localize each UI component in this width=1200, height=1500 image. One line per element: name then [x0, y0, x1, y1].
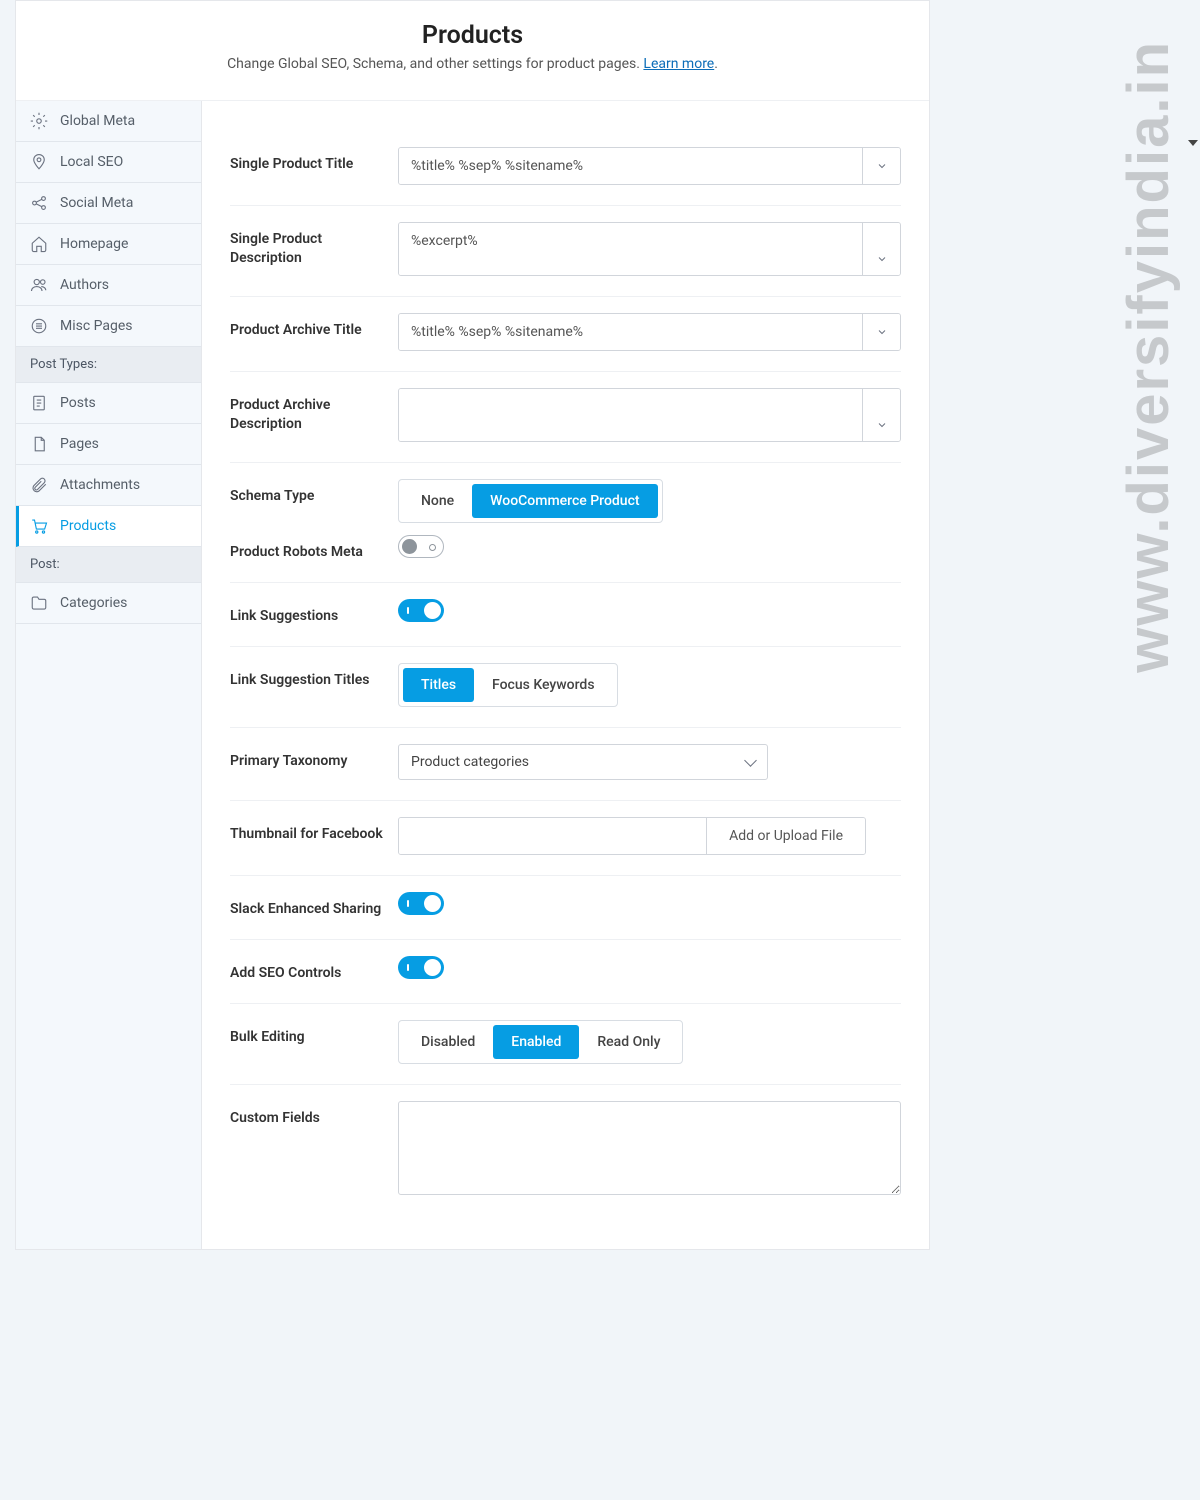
- field-bulk-editing: Bulk Editing Disabled Enabled Read Only: [230, 1004, 901, 1085]
- sidebar-item-label: Pages: [60, 436, 99, 452]
- add-seo-controls-toggle[interactable]: [398, 956, 444, 979]
- folder-icon: [30, 594, 48, 612]
- scrollbar[interactable]: [1184, 0, 1200, 1250]
- product-archive-description-input[interactable]: [399, 389, 862, 441]
- field-slack-enhanced-sharing: Slack Enhanced Sharing: [230, 876, 901, 940]
- add-upload-file-button[interactable]: Add or Upload File: [706, 818, 865, 854]
- sidebar-item-homepage[interactable]: Homepage: [16, 224, 201, 265]
- sidebar-item-categories[interactable]: Categories: [16, 583, 201, 624]
- sidebar: Global Meta Local SEO Social Meta Homepa…: [16, 101, 202, 1249]
- field-add-seo-controls: Add SEO Controls: [230, 940, 901, 1004]
- variable-dropdown-button[interactable]: [862, 148, 900, 184]
- single-product-description-input[interactable]: [399, 223, 862, 275]
- single-product-title-input[interactable]: [399, 148, 862, 184]
- product-archive-title-input[interactable]: [399, 314, 862, 350]
- sidebar-item-label: Categories: [60, 595, 127, 611]
- field-custom-fields: Custom Fields: [230, 1085, 901, 1219]
- custom-fields-textarea[interactable]: [398, 1101, 901, 1195]
- gear-icon: [30, 112, 48, 130]
- field-facebook-thumbnail: Thumbnail for Facebook Add or Upload Fil…: [230, 801, 901, 876]
- sidebar-item-label: Local SEO: [60, 154, 123, 170]
- primary-taxonomy-select[interactable]: Product categories: [398, 744, 768, 780]
- sidebar-item-label: Social Meta: [60, 195, 133, 211]
- sidebar-item-posts[interactable]: Posts: [16, 383, 201, 424]
- sidebar-item-local-seo[interactable]: Local SEO: [16, 142, 201, 183]
- cart-icon: [30, 517, 48, 535]
- sidebar-section-post-types: Post Types:: [16, 347, 201, 383]
- schema-type-segmented: None WooCommerce Product: [398, 479, 663, 523]
- schema-type-none[interactable]: None: [403, 484, 472, 518]
- list-icon: [30, 317, 48, 335]
- variable-dropdown-button[interactable]: [862, 389, 900, 441]
- sidebar-item-pages[interactable]: Pages: [16, 424, 201, 465]
- sidebar-item-misc-pages[interactable]: Misc Pages: [16, 306, 201, 347]
- facebook-thumbnail-input[interactable]: [399, 818, 706, 854]
- page-icon: [30, 435, 48, 453]
- link-suggestion-titles-option[interactable]: Titles: [403, 668, 474, 702]
- field-link-suggestion-titles: Link Suggestion Titles Titles Focus Keyw…: [230, 647, 901, 728]
- link-suggestion-titles-segmented: Titles Focus Keywords: [398, 663, 618, 707]
- link-suggestions-toggle[interactable]: [398, 599, 444, 622]
- variable-dropdown-button[interactable]: [862, 223, 900, 275]
- slack-enhanced-sharing-toggle[interactable]: [398, 892, 444, 915]
- sidebar-item-label: Misc Pages: [60, 318, 133, 334]
- field-single-product-description: Single Product Description: [230, 206, 901, 297]
- field-product-archive-title: Product Archive Title: [230, 297, 901, 372]
- content-area: Single Product Title Single Product Desc…: [202, 101, 929, 1249]
- sidebar-item-label: Global Meta: [60, 113, 135, 129]
- sidebar-section-post: Post:: [16, 547, 201, 583]
- field-schema-type: Schema Type None WooCommerce Product: [230, 463, 901, 529]
- field-product-robots-meta: Product Robots Meta: [230, 529, 901, 583]
- page-subtitle: Change Global SEO, Schema, and other set…: [46, 56, 899, 72]
- product-robots-meta-toggle[interactable]: [398, 535, 444, 558]
- sidebar-item-label: Posts: [60, 395, 96, 411]
- link-suggestion-focus-keywords-option[interactable]: Focus Keywords: [474, 668, 612, 702]
- settings-card: Products Change Global SEO, Schema, and …: [15, 0, 930, 1250]
- share-icon: [30, 194, 48, 212]
- sidebar-item-attachments[interactable]: Attachments: [16, 465, 201, 506]
- sidebar-item-global-meta[interactable]: Global Meta: [16, 101, 201, 142]
- field-primary-taxonomy: Primary Taxonomy Product categories: [230, 728, 901, 801]
- sidebar-item-label: Attachments: [60, 477, 140, 493]
- bulk-editing-disabled[interactable]: Disabled: [403, 1025, 493, 1059]
- sidebar-item-label: Homepage: [60, 236, 128, 252]
- users-icon: [30, 276, 48, 294]
- field-single-product-title: Single Product Title: [230, 131, 901, 206]
- variable-dropdown-button[interactable]: [862, 314, 900, 350]
- bulk-editing-segmented: Disabled Enabled Read Only: [398, 1020, 683, 1064]
- page-title: Products: [46, 21, 899, 50]
- schema-type-woocommerce[interactable]: WooCommerce Product: [472, 484, 657, 518]
- sidebar-item-label: Products: [60, 518, 116, 534]
- chevron-down-icon: [1188, 140, 1198, 146]
- sidebar-item-authors[interactable]: Authors: [16, 265, 201, 306]
- watermark-text: www.diversifyindia.in: [1115, 40, 1182, 673]
- bulk-editing-enabled[interactable]: Enabled: [493, 1025, 579, 1059]
- doc-icon: [30, 394, 48, 412]
- bulk-editing-read-only[interactable]: Read Only: [579, 1025, 678, 1059]
- home-icon: [30, 235, 48, 253]
- sidebar-item-social-meta[interactable]: Social Meta: [16, 183, 201, 224]
- pin-icon: [30, 153, 48, 171]
- sidebar-item-label: Authors: [60, 277, 109, 293]
- sidebar-item-products[interactable]: Products: [16, 506, 201, 547]
- learn-more-link[interactable]: Learn more: [643, 56, 714, 72]
- clip-icon: [30, 476, 48, 494]
- page-header: Products Change Global SEO, Schema, and …: [16, 1, 929, 101]
- field-link-suggestions: Link Suggestions: [230, 583, 901, 647]
- field-product-archive-description: Product Archive Description: [230, 372, 901, 463]
